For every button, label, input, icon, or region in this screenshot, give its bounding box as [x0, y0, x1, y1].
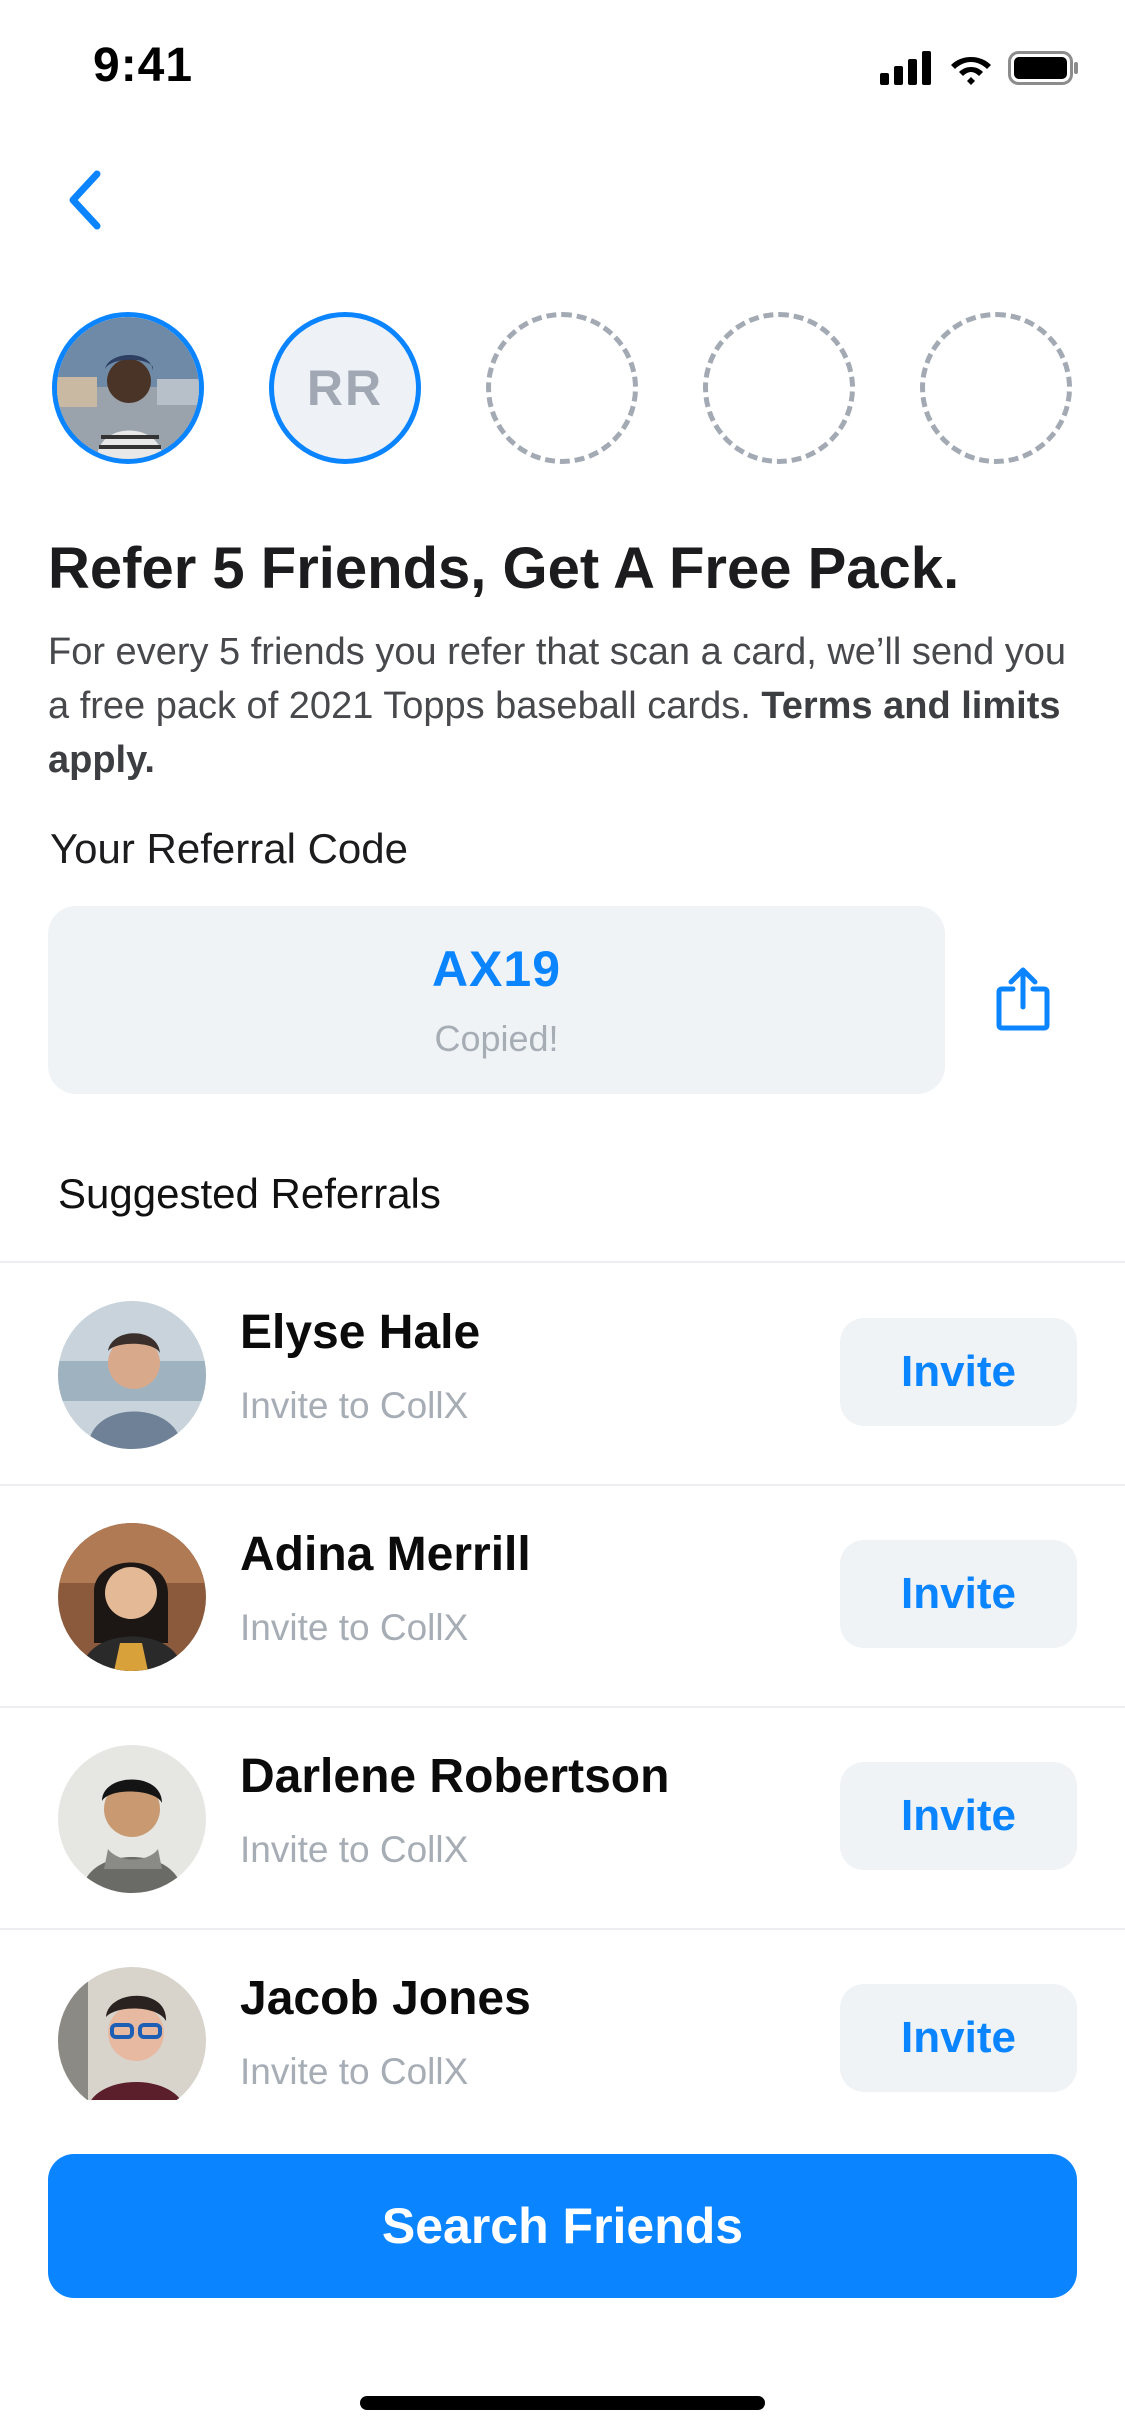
- avatar: [58, 1745, 206, 1893]
- contact-subtitle: Invite to CollX: [240, 1385, 469, 1426]
- status-bar: 9:41: [0, 0, 1125, 132]
- status-icons: [880, 48, 1080, 88]
- suggested-referrals-title: Suggested Referrals: [58, 1170, 441, 1217]
- referral-slot-empty: [920, 312, 1072, 464]
- status-time: 9:41: [93, 39, 194, 92]
- referral-slot-empty: [486, 312, 638, 464]
- contact-name: Darlene Robertson: [240, 1750, 670, 1803]
- contact-subtitle: Invite to CollX: [240, 1829, 469, 1870]
- person-photo-avatar: [58, 1523, 206, 1671]
- page-title: Refer 5 Friends, Get A Free Pack.: [48, 536, 960, 601]
- description-text: For every 5 friends you refer that scan …: [48, 625, 1088, 787]
- copied-status: Copied!: [434, 1018, 559, 1059]
- referral-progress: RR: [52, 312, 1072, 464]
- share-icon: [996, 967, 1050, 1031]
- referral-slot-initials: RR: [269, 312, 421, 464]
- home-indicator: [360, 2396, 765, 2410]
- initials-text: RR: [306, 360, 384, 416]
- invite-button[interactable]: Invite: [840, 1318, 1077, 1426]
- contact-name: Jacob Jones: [240, 1972, 531, 2025]
- referral-code-box[interactable]: AX19 Copied!: [48, 906, 945, 1094]
- referral-code-label: Your Referral Code: [50, 825, 408, 872]
- person-photo-avatar: [58, 1301, 206, 1449]
- avatar: [58, 1967, 206, 2115]
- list-item: Adina Merrill Invite to CollX Invite: [0, 1485, 1125, 1707]
- wifi-icon: [951, 57, 991, 85]
- referral-slot-empty: [703, 312, 855, 464]
- contact-subtitle: Invite to CollX: [240, 2051, 469, 2092]
- back-button[interactable]: [55, 160, 115, 240]
- search-friends-button[interactable]: Search Friends: [48, 2154, 1077, 2298]
- list-item: Darlene Robertson Invite to CollX Invite: [0, 1707, 1125, 1929]
- avatar: [58, 1523, 206, 1671]
- list-item: Elyse Hale Invite to CollX Invite: [0, 1263, 1125, 1485]
- contact-subtitle: Invite to CollX: [240, 1607, 469, 1648]
- invite-button[interactable]: Invite: [840, 1984, 1077, 2092]
- cellular-signal-icon: [880, 51, 931, 85]
- share-button[interactable]: [990, 960, 1056, 1038]
- invite-button[interactable]: Invite: [840, 1762, 1077, 1870]
- invite-button[interactable]: Invite: [840, 1540, 1077, 1648]
- referral-slot-filled-photo: [52, 312, 204, 464]
- chevron-left-icon: [69, 170, 101, 230]
- person-photo-avatar: [57, 317, 199, 459]
- battery-icon: [1008, 51, 1078, 85]
- person-photo-avatar: [58, 1967, 206, 2115]
- contact-name: Adina Merrill: [240, 1528, 531, 1581]
- avatar: [58, 1301, 206, 1449]
- referral-code-value: AX19: [431, 941, 562, 997]
- person-photo-avatar: [58, 1745, 206, 1893]
- contact-name: Elyse Hale: [240, 1306, 481, 1359]
